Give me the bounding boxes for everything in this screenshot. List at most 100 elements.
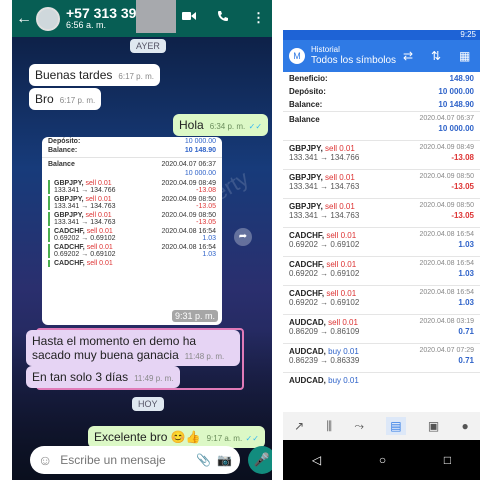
deal-date: 2020.04.09 08:50 [419, 202, 475, 209]
deal-profit: 0.71 [458, 356, 474, 365]
whatsapp-chat: ← +57 313 398 6:56 a. m. ⋮ AYER Buenas t… [12, 0, 272, 480]
deal-price: 133.341 → 134.766 [289, 153, 360, 162]
home-icon[interactable]: ○ [379, 453, 386, 467]
summary-deposito: Depósito: 10 000.00 [289, 87, 474, 96]
chat-tab-icon[interactable]: ● [462, 419, 469, 433]
attach-icon[interactable]: 📎 [196, 453, 211, 467]
shot-trade: CADCHF, sell 0.01 [48, 260, 216, 267]
more-options-icon[interactable]: ⋮ [252, 10, 265, 26]
recents-icon[interactable]: □ [444, 453, 451, 467]
emoji-icon[interactable]: ☺ [38, 452, 52, 468]
message-time: 6:34 p. m. [209, 122, 246, 131]
message-text: Hola [179, 118, 204, 132]
deal-price: 0.69202 → 0.69102 [289, 298, 360, 307]
image-time: 9:31 p. m. [171, 310, 218, 322]
deal-row[interactable]: GBPJPY, sell 0.01 2020.04.09 08:49 133.341… [283, 140, 480, 169]
deal-date: 2020.04.08 16:54 [419, 231, 475, 238]
message-text: Buenas tardes [35, 68, 113, 82]
deal-profit: -13.05 [451, 182, 474, 191]
history-list: Beneficio: 148.90 Depósito: 10 000.00 Bala… [283, 72, 480, 392]
mt4-history: 9:25 M Historial Todos los símbolos ⇄ ⇅ … [283, 30, 480, 480]
deal-price: 133.341 → 134.763 [289, 182, 360, 191]
deal-row[interactable]: AUDCAD, buy 0.01 [283, 372, 480, 401]
date-pill-today: HOY [132, 397, 164, 411]
mt4-header: M Historial Todos los símbolos ⇄ ⇅ ▦ [283, 40, 480, 72]
header-title[interactable]: Todos los símbolos [311, 55, 396, 67]
exchange-icon[interactable]: ⇄ [403, 49, 413, 63]
quotes-tab-icon[interactable]: ↗ [294, 419, 304, 433]
camera-icon[interactable]: 📷 [217, 453, 232, 467]
message-time: 11:49 p. m. [134, 374, 174, 383]
deal-symbol: GBPJPY, [289, 173, 323, 182]
deal-profit: -13.08 [451, 153, 474, 162]
deal-profit: 1.03 [458, 298, 474, 307]
balance-row[interactable]: Balance 2020.04.07 06:37 10 000.00 [283, 111, 480, 140]
phone-call-icon[interactable] [217, 10, 229, 25]
deal-price: 0.86209 → 0.86109 [289, 327, 360, 336]
back-arrow-icon[interactable]: ← [16, 10, 34, 28]
deal-row[interactable]: CADCHF, sell 0.01 2020.04.08 16:54 0.69202… [283, 256, 480, 285]
deal-side: sell 0.01 [325, 173, 355, 182]
app-logo-icon: M [289, 48, 305, 64]
header-subtitle: Historial [311, 45, 340, 55]
deal-row[interactable]: GBPJPY, sell 0.01 2020.04.09 08:50 133.341… [283, 169, 480, 198]
summary-beneficio: Beneficio: 148.90 [289, 74, 474, 83]
deal-row[interactable]: CADCHF, sell 0.01 2020.04.08 16:54 0.69202… [283, 227, 480, 256]
deal-row[interactable]: GBPJPY, sell 0.01 2020.04.09 08:50 133.341… [283, 198, 480, 227]
contact-info[interactable]: +57 313 398 6:56 a. m. [66, 4, 145, 31]
status-bar: 9:25 [283, 30, 480, 40]
deal-symbol: CADCHF, [289, 231, 325, 240]
deal-symbol: AUDCAD, [289, 318, 326, 327]
message-input[interactable] [60, 453, 191, 467]
message-time: 11:48 p. m. [184, 352, 225, 361]
deal-symbol: AUDCAD, [289, 376, 326, 385]
trade-tab-icon[interactable]: ⤳ [354, 419, 364, 434]
deal-side: sell 0.01 [325, 202, 355, 211]
deal-row[interactable]: AUDCAD, buy 0.01 2020.04.07 07:29 0.86239 … [283, 343, 480, 372]
chat-header: ← +57 313 398 6:56 a. m. ⋮ [12, 0, 272, 37]
microphone-button[interactable]: 🎤 [248, 446, 272, 474]
deal-date: 2020.04.08 16:54 [419, 260, 475, 267]
deal-date: 2020.04.09 08:50 [419, 173, 475, 180]
contact-phone: +57 313 398 [66, 4, 145, 21]
deal-side: sell 0.01 [326, 231, 357, 240]
deal-row[interactable]: CADCHF, sell 0.01 2020.04.08 16:54 0.69202… [283, 285, 480, 314]
redaction-box [136, 0, 176, 33]
back-icon[interactable]: ◁ [312, 453, 321, 467]
last-seen: 6:56 a. m. [66, 20, 107, 31]
message-text: Hasta el momento en demo ha sacado muy b… [32, 334, 197, 362]
date-pill-yesterday: AYER [130, 39, 166, 53]
deal-symbol: GBPJPY, [289, 202, 323, 211]
deal-row[interactable]: AUDCAD, sell 0.01 2020.04.08 03:19 0.86209… [283, 314, 480, 343]
avatar[interactable] [36, 6, 60, 31]
message-time: 6:17 p. m. [118, 72, 154, 81]
message-time: 6:17 p. m. [59, 96, 96, 105]
deal-side: buy 0.01 [328, 347, 359, 356]
deal-symbol: AUDCAD, [289, 347, 326, 356]
shot-balance: Balance: 10 148.90 [48, 147, 216, 154]
read-ticks-icon: ✓✓ [248, 122, 263, 131]
message-in[interactable]: En tan solo 3 días 11:49 p. m. [26, 366, 180, 388]
message-in[interactable]: Buenas tardes 6:17 p. m. [29, 64, 160, 86]
deal-profit: -13.05 [451, 211, 474, 220]
summary-balance: Balance: 10 148.90 [289, 100, 474, 109]
deal-profit: 0.71 [458, 327, 474, 336]
chart-tab-icon[interactable]: ⫼ [327, 419, 333, 434]
deal-symbol: CADCHF, [289, 260, 325, 269]
history-tab-icon[interactable]: ▤ [386, 417, 406, 435]
message-out[interactable]: Hola 6:34 p. m. ✓✓ [173, 114, 269, 136]
message-composer: ☺ 📎 📷 [30, 446, 240, 474]
news-tab-icon[interactable]: ▣ [428, 419, 439, 433]
calendar-icon[interactable]: ▦ [459, 49, 470, 63]
message-out[interactable]: Excelente bro 😊👍 9:17 a. m. ✓✓ [88, 426, 265, 448]
message-in[interactable]: Bro 6:17 p. m. [29, 88, 102, 110]
forward-icon[interactable]: ➦ [234, 228, 252, 246]
sort-icon[interactable]: ⇅ [431, 49, 441, 63]
deal-side: sell 0.01 [328, 318, 358, 327]
message-text: Bro [35, 92, 54, 106]
message-in[interactable]: Hasta el momento en demo ha sacado muy b… [26, 330, 240, 366]
shot-deposito: Depósito: 10 000.00 [48, 138, 216, 145]
deal-price: 0.69202 → 0.69102 [289, 240, 360, 249]
deal-date: 2020.04.07 07:29 [419, 347, 475, 354]
video-call-icon[interactable] [182, 10, 196, 25]
